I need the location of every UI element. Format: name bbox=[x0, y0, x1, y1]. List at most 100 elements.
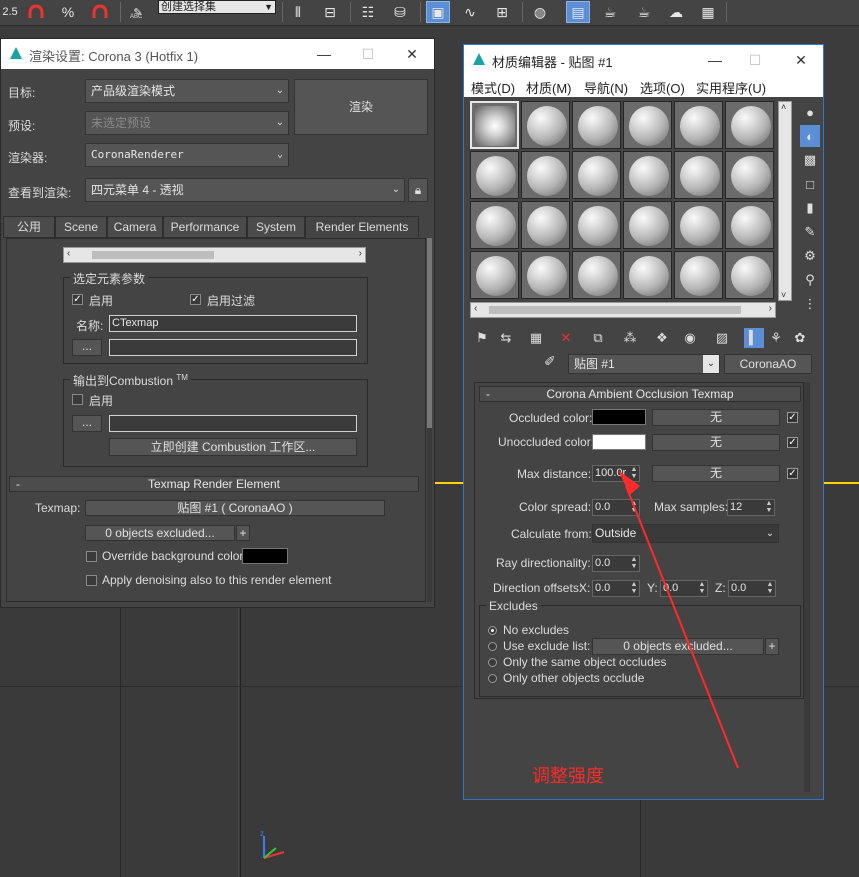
sample-uv-tiling-icon[interactable]: □ bbox=[800, 173, 820, 195]
menu-mode[interactable]: 模式(D) bbox=[471, 78, 515, 97]
unoccluded-map-button[interactable]: 无 bbox=[652, 434, 780, 451]
objects-excluded-button[interactable]: 0 objects excluded... bbox=[85, 525, 235, 541]
override-bg-checkbox[interactable] bbox=[86, 551, 97, 562]
spinner-arrows-icon[interactable]: ▲ ▼ bbox=[629, 466, 639, 481]
show-end-result-icon[interactable]: ▍ bbox=[744, 328, 764, 348]
align-icon[interactable]: ⊟ bbox=[318, 1, 342, 23]
make-unique-icon[interactable]: ⁂ bbox=[620, 328, 640, 348]
color-spread-spinner[interactable]: 0.0 ▲ ▼ bbox=[592, 499, 640, 516]
maximize-button[interactable]: ☐ bbox=[740, 49, 770, 71]
render-setup-2-icon[interactable]: ▦ bbox=[696, 1, 720, 23]
sample-slot[interactable] bbox=[674, 201, 723, 249]
sample-slot[interactable] bbox=[623, 101, 672, 149]
element-name-field[interactable]: CTexmap bbox=[109, 315, 357, 332]
denoise-checkbox[interactable] bbox=[86, 575, 97, 586]
minimize-button[interactable]: — bbox=[700, 49, 730, 71]
put-to-library-icon[interactable]: ❖ bbox=[652, 328, 672, 348]
menu-navigation[interactable]: 导航(N) bbox=[584, 78, 628, 97]
layer-manager-icon[interactable]: ☷ bbox=[356, 1, 380, 23]
tab-camera[interactable]: Camera bbox=[107, 216, 163, 238]
tab-system[interactable]: System bbox=[247, 216, 305, 238]
render-teapot-icon[interactable]: ☕ bbox=[632, 1, 656, 23]
lock-view-button[interactable]: 🔒︎ bbox=[408, 178, 428, 202]
rollout-vscrollbar[interactable] bbox=[804, 382, 810, 792]
sample-slot[interactable] bbox=[521, 201, 570, 249]
show-shaded-icon[interactable]: ▨ bbox=[712, 328, 732, 348]
tab-render-elements[interactable]: Render Elements bbox=[305, 216, 419, 238]
combustion-enable-checkbox[interactable] bbox=[72, 394, 83, 405]
offset-z-spinner[interactable]: 0.0 ▲ ▼ bbox=[728, 580, 776, 597]
occluded-map-checkbox[interactable]: ✓ bbox=[787, 412, 798, 423]
assign-material-icon[interactable]: ▦ bbox=[526, 328, 546, 348]
minimize-button[interactable]: — bbox=[309, 43, 339, 65]
scroll-right-icon[interactable]: › bbox=[359, 248, 362, 259]
scroll-right-icon[interactable]: › bbox=[769, 303, 772, 314]
ao-rollout-header[interactable]: - Corona Ambient Occlusion Texmap bbox=[479, 386, 801, 402]
scroll-up-icon[interactable]: ˄ bbox=[781, 102, 786, 112]
sample-slot[interactable] bbox=[623, 201, 672, 249]
preset-dropdown[interactable]: 未选定预设 ⌄ bbox=[85, 111, 289, 135]
put-material-icon[interactable]: ⇆ bbox=[496, 328, 516, 348]
toggle-ribbon-icon[interactable]: ▣ bbox=[426, 1, 450, 23]
render-cloud-icon[interactable]: ☁ bbox=[664, 1, 688, 23]
menu-utilities[interactable]: 实用程序(U) bbox=[696, 78, 766, 97]
browse-output-button[interactable]: ... bbox=[72, 339, 102, 356]
slots-hscrollbar[interactable]: ‹ › bbox=[470, 302, 776, 318]
spinner-arrows-icon[interactable]: ▲ ▼ bbox=[629, 556, 639, 571]
sample-slot[interactable] bbox=[725, 101, 774, 149]
menu-options[interactable]: 选项(O) bbox=[640, 78, 685, 97]
go-to-parent-icon[interactable]: ⚘ bbox=[766, 328, 786, 348]
menu-material[interactable]: 材质(M) bbox=[526, 78, 572, 97]
map-type-button[interactable]: CoronaAO bbox=[724, 354, 812, 374]
material-editor-icon[interactable]: ◍ bbox=[528, 1, 552, 23]
combustion-path-field[interactable] bbox=[109, 415, 357, 432]
sample-slot[interactable] bbox=[674, 151, 723, 199]
video-color-check-icon[interactable]: ▮ bbox=[800, 197, 820, 219]
scroll-left-icon[interactable]: ‹ bbox=[67, 248, 70, 259]
eyedropper-icon[interactable]: ✐ bbox=[544, 353, 564, 373]
spinner-arrows-icon[interactable]: ▲ ▼ bbox=[764, 500, 774, 515]
sample-slot[interactable] bbox=[521, 151, 570, 199]
override-bg-swatch[interactable] bbox=[242, 548, 288, 564]
sample-slot[interactable] bbox=[623, 251, 672, 299]
slots-scroll-thumb[interactable] bbox=[489, 306, 741, 314]
tab-performance[interactable]: Performance bbox=[163, 216, 247, 238]
tab-common[interactable]: 公用 bbox=[3, 216, 55, 238]
close-button[interactable]: ✕ bbox=[786, 49, 816, 71]
named-selection-set-dropdown[interactable]: 创建选择集 ▼ bbox=[158, 0, 276, 14]
occluded-map-button[interactable]: 无 bbox=[652, 409, 780, 426]
sample-slot[interactable] bbox=[572, 251, 621, 299]
use-exclude-list-radio[interactable] bbox=[488, 642, 497, 651]
element-list-hscrollbar[interactable]: ‹ › bbox=[63, 247, 366, 263]
panel-vscrollbar[interactable] bbox=[427, 238, 432, 602]
snap-2-5d-icon[interactable]: 2.5 bbox=[0, 1, 20, 23]
render-setup-icon[interactable]: ▤ bbox=[566, 1, 590, 23]
material-map-navigator-icon[interactable]: ⋮ bbox=[800, 293, 820, 315]
output-path-field[interactable] bbox=[109, 339, 357, 356]
spinner-arrows-icon[interactable]: ▲ ▼ bbox=[629, 500, 639, 515]
target-dropdown[interactable]: 产品级渲染模式 ⌄ bbox=[85, 79, 289, 103]
sample-slot[interactable] bbox=[572, 151, 621, 199]
combustion-browse-button[interactable]: ... bbox=[72, 415, 102, 432]
sample-slot[interactable] bbox=[725, 201, 774, 249]
percent-snap-icon[interactable]: % bbox=[56, 1, 80, 23]
scene-explorer-icon[interactable]: ⛁ bbox=[388, 1, 412, 23]
enable-filter-checkbox[interactable]: ✓ bbox=[190, 294, 201, 305]
offset-y-spinner[interactable]: 0.0 ▲ ▼ bbox=[660, 580, 708, 597]
texmap-button[interactable]: 贴图 #1 ( CoronaAO ) bbox=[85, 500, 385, 516]
sample-slot[interactable] bbox=[470, 151, 519, 199]
backlight-icon[interactable]: ◐ bbox=[800, 125, 820, 147]
renderer-dropdown[interactable]: CoronaRenderer ⌄ bbox=[85, 143, 289, 167]
sample-slot[interactable] bbox=[674, 251, 723, 299]
offset-x-spinner[interactable]: 0.0 ▲ ▼ bbox=[592, 580, 640, 597]
sample-slot[interactable] bbox=[572, 201, 621, 249]
other-objects-radio[interactable] bbox=[488, 674, 497, 683]
sample-slot[interactable] bbox=[470, 251, 519, 299]
maximize-button[interactable]: ☐ bbox=[353, 43, 383, 65]
spinner-arrows-icon[interactable]: ▲ ▼ bbox=[629, 581, 639, 596]
spinner-arrows-icon[interactable]: ▲ ▼ bbox=[697, 581, 707, 596]
unoccluded-color-swatch[interactable] bbox=[592, 434, 646, 450]
unoccluded-map-checkbox[interactable]: ✓ bbox=[787, 437, 798, 448]
enable-checkbox[interactable]: ✓ bbox=[72, 294, 83, 305]
sample-type-icon[interactable]: ● bbox=[800, 101, 820, 123]
